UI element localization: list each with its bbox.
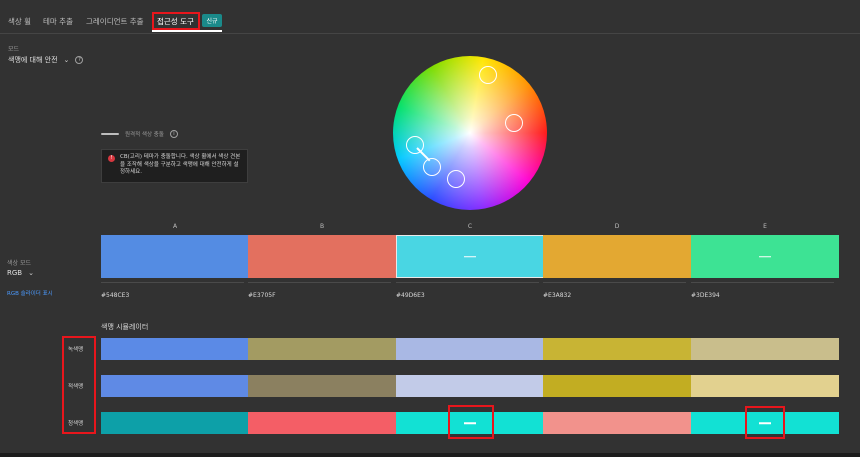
simulated-swatch: [396, 338, 544, 360]
info-icon[interactable]: i: [169, 130, 178, 138]
wheel-handle-d[interactable]: [479, 66, 497, 84]
simulated-swatch: [248, 375, 396, 397]
simulated-swatch: [396, 412, 544, 434]
color-wheel[interactable]: [393, 56, 547, 210]
hex-field-underline: [248, 282, 391, 283]
bottom-bar: [0, 453, 860, 457]
color-swatch-e[interactable]: [691, 235, 839, 278]
toggle-switch[interactable]: [101, 133, 119, 135]
mode-dropdown[interactable]: 색맹에 대해 안전 ⌄ ?: [8, 55, 84, 65]
conflict-alert: ! CB(고리) 테마가 충돌합니다. 색상 휠에서 색상 견본을 조작해 색상…: [101, 149, 248, 183]
simulated-swatch: [101, 375, 249, 397]
conflict-marker: [464, 255, 476, 258]
alert-text: CB(고리) 테마가 충돌합니다. 색상 휠에서 색상 견본을 조작해 색상을 …: [120, 154, 241, 175]
color-conflict-toggle[interactable]: 원격적 색상 충돌 i: [101, 130, 178, 138]
show-rgb-sliders-link[interactable]: RGB 슬라이더 표시: [7, 289, 53, 297]
simulated-swatch: [543, 412, 691, 434]
color-mode-label: 색상 모드: [7, 260, 31, 267]
simulated-swatch: [691, 375, 839, 397]
simulator-title: 색맹 시뮬레이터: [101, 323, 149, 331]
column-letter: B: [319, 223, 325, 230]
simulator-row-label: 청색맹: [68, 421, 84, 427]
mode-label: 모드: [8, 46, 20, 53]
color-swatch-a[interactable]: [101, 235, 249, 278]
simulated-swatch: [543, 375, 691, 397]
conflict-marker: [464, 422, 476, 424]
tab-extract-gradient[interactable]: 그레이디언트 추출: [86, 16, 144, 27]
color-mode-dropdown[interactable]: RGB ⌄: [7, 269, 34, 277]
simulated-swatch: [101, 412, 249, 434]
hex-field-underline: [101, 282, 244, 283]
chevron-down-icon: ⌄: [28, 269, 34, 277]
hex-input-a[interactable]: #548CE3: [101, 292, 129, 299]
simulated-swatch: [248, 338, 396, 360]
tab-color-wheel[interactable]: 색상 휠: [8, 16, 31, 27]
column-letter: D: [614, 223, 620, 230]
toggle-label: 원격적 색상 충돌: [125, 132, 164, 138]
divider: [0, 33, 860, 34]
hex-input-b[interactable]: #E3705F: [248, 292, 276, 299]
chevron-down-icon: ⌄: [63, 56, 70, 64]
color-swatch-c[interactable]: [396, 235, 544, 278]
simulated-swatch: [691, 338, 839, 360]
simulated-swatch: [691, 412, 839, 434]
hex-field-underline: [691, 282, 834, 283]
conflict-marker: [759, 255, 771, 258]
column-letter: C: [467, 223, 473, 230]
wheel-handle-e[interactable]: [447, 170, 465, 188]
active-tab-indicator: [152, 30, 222, 32]
simulated-swatch: [101, 338, 249, 360]
hex-input-d[interactable]: #E3A832: [543, 292, 571, 299]
column-letter: A: [172, 223, 178, 230]
hex-input-e[interactable]: #3DE394: [691, 292, 720, 299]
conflict-marker: [759, 422, 771, 424]
info-icon[interactable]: ?: [75, 56, 84, 64]
tab-extract-theme[interactable]: 테마 추출: [43, 16, 73, 27]
simulated-swatch: [396, 375, 544, 397]
wheel-handle-a[interactable]: [406, 136, 424, 154]
column-letter: E: [763, 223, 767, 230]
mode-value: 색맹에 대해 안전: [8, 56, 58, 64]
color-swatch-d[interactable]: [543, 235, 691, 278]
hex-field-underline: [396, 282, 539, 283]
simulated-swatch: [543, 338, 691, 360]
wheel-handle-c[interactable]: [423, 158, 441, 176]
color-swatch-b[interactable]: [248, 235, 396, 278]
simulator-row-label: 녹색맹: [68, 347, 84, 353]
alert-icon: !: [108, 155, 115, 162]
new-badge: 신규: [202, 14, 222, 27]
hex-input-c[interactable]: #49D6E3: [396, 292, 425, 299]
tab-bar: 색상 휠 테마 추출 그레이디언트 추출 접근성 도구 신규: [0, 0, 860, 34]
color-mode-value: RGB: [7, 269, 23, 277]
simulator-row-label: 적색맹: [68, 384, 84, 390]
wheel-handle-b[interactable]: [505, 114, 523, 132]
simulated-swatch: [248, 412, 396, 434]
tab-accessibility-tools[interactable]: 접근성 도구: [157, 16, 194, 27]
hex-field-underline: [543, 282, 686, 283]
